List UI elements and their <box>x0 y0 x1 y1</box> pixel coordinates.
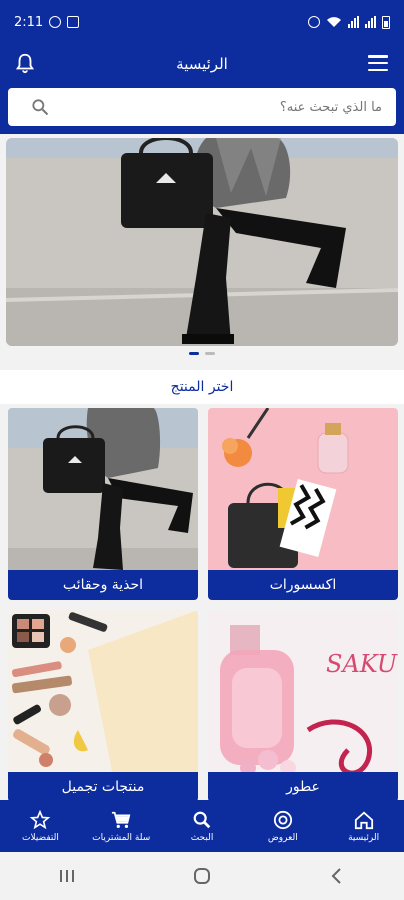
alarm-icon <box>308 16 320 28</box>
nav-label: التفضيلات <box>21 832 59 843</box>
perfume-brand-text: SAKU <box>326 650 398 678</box>
category-label: اكسسورات <box>208 570 398 600</box>
app-bar: الرئيسية <box>0 44 404 84</box>
status-right <box>308 15 390 29</box>
back-icon[interactable] <box>327 866 347 886</box>
category-label: عطور <box>208 772 398 802</box>
category-card-shoes-bags[interactable]: احذية وحقائب <box>8 408 198 600</box>
nav-label: سلة المشتريات <box>92 832 151 843</box>
offers-icon <box>273 810 292 829</box>
whatsapp-icon <box>49 16 62 28</box>
status-time: 2:11 <box>14 14 44 30</box>
nav-label: الرئيسية <box>348 832 380 843</box>
search-input[interactable] <box>82 99 382 115</box>
search-icon[interactable] <box>30 97 50 117</box>
nav-item-cart[interactable]: سلة المشتريات <box>86 810 156 843</box>
bottom-navigation: الرئيسية العروض البحث سلة المشتريات التف… <box>0 800 404 852</box>
system-navigation <box>0 852 404 900</box>
signal-icon-2 <box>365 16 376 28</box>
banner-image <box>6 138 398 346</box>
nav-label: العروض <box>267 832 298 843</box>
notification-icon <box>67 16 80 28</box>
home-button-icon[interactable] <box>192 866 212 886</box>
page-title: الرئيسية <box>176 55 228 73</box>
section-title: اختر المنتج <box>0 370 404 404</box>
banner-pagination <box>0 352 404 355</box>
bell-icon[interactable] <box>14 52 36 74</box>
nav-item-offers[interactable]: العروض <box>248 810 318 843</box>
signal-icon <box>348 16 359 28</box>
recent-apps-icon[interactable] <box>57 868 77 884</box>
category-card-beauty[interactable]: منتجات تجميل <box>8 610 198 802</box>
home-icon <box>354 811 373 829</box>
category-card-accessories[interactable]: اكسسورات <box>208 408 398 600</box>
category-label: احذية وحقائب <box>8 570 198 600</box>
nav-item-home[interactable]: الرئيسية <box>329 810 399 843</box>
pagination-dot-active[interactable] <box>189 352 199 355</box>
nav-item-favorites[interactable]: التفضيلات <box>5 809 75 843</box>
pagination-dot[interactable] <box>205 352 215 355</box>
category-label: منتجات تجميل <box>8 772 198 802</box>
nav-item-search[interactable]: البحث <box>167 810 237 843</box>
nav-label: البحث <box>190 832 214 843</box>
star-icon <box>30 809 51 829</box>
wifi-icon <box>327 17 341 27</box>
menu-icon[interactable] <box>368 55 388 71</box>
cart-icon <box>112 811 131 828</box>
status-left: 2:11 <box>14 14 80 30</box>
search-icon <box>193 811 211 828</box>
category-card-perfumes[interactable]: SAKU عطور <box>208 610 398 802</box>
search-bar <box>0 84 404 134</box>
battery-icon <box>382 15 390 29</box>
promo-banner[interactable] <box>6 138 398 346</box>
status-bar: 2:11 <box>0 0 404 44</box>
search-box <box>8 88 396 126</box>
